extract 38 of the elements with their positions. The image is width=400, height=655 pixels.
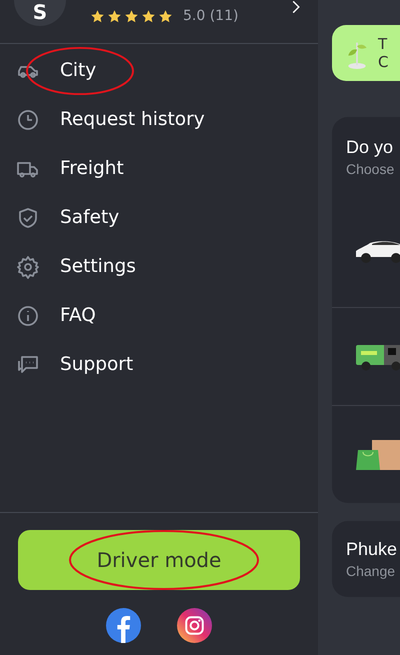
menu-label: Safety [60, 207, 120, 228]
banner-text: C [378, 53, 388, 71]
card-subtitle: Change [346, 563, 396, 579]
card-title: Phuke [346, 539, 398, 560]
star-icon [141, 8, 156, 24]
menu-item[interactable]: Safety [0, 193, 318, 242]
star-icon [107, 8, 122, 24]
star-icon [124, 8, 139, 24]
card-subtitle: Choose [346, 161, 396, 177]
banner-title: T [378, 35, 388, 53]
menu-label: Request history [60, 109, 205, 130]
menu-label: FAQ [60, 305, 96, 326]
menu-item[interactable]: City [0, 46, 318, 95]
shopping-bags-icon [354, 440, 400, 470]
chevron-right-icon[interactable] [290, 0, 302, 14]
avatar-initial: S [32, 1, 48, 23]
clock-icon [16, 108, 40, 132]
star-icon [90, 8, 105, 24]
menu-item[interactable]: Request history [0, 95, 318, 144]
facebook-icon[interactable] [106, 608, 141, 643]
card-title: Do yo [346, 137, 394, 158]
rating-text: 5.0 (11) [183, 8, 238, 24]
menu-item[interactable]: Support [0, 340, 318, 389]
menu-item[interactable]: Settings [0, 242, 318, 291]
driver-mode-button[interactable]: Driver mode [18, 530, 300, 590]
menu-label: Support [60, 354, 134, 375]
city-card[interactable]: Phuke Change [332, 521, 400, 597]
menu-label: City [60, 60, 96, 81]
menu-label: Freight [60, 158, 124, 179]
menu-item[interactable]: Freight [0, 144, 318, 193]
star-icon [158, 8, 173, 24]
menu-item[interactable]: FAQ [0, 291, 318, 340]
info-icon [16, 304, 40, 328]
instagram-icon[interactable] [177, 608, 212, 643]
settings-icon [16, 254, 40, 278]
menu-label: Settings [60, 256, 136, 277]
promo-banner[interactable]: T C [332, 25, 400, 81]
shield-check-icon [16, 206, 40, 230]
